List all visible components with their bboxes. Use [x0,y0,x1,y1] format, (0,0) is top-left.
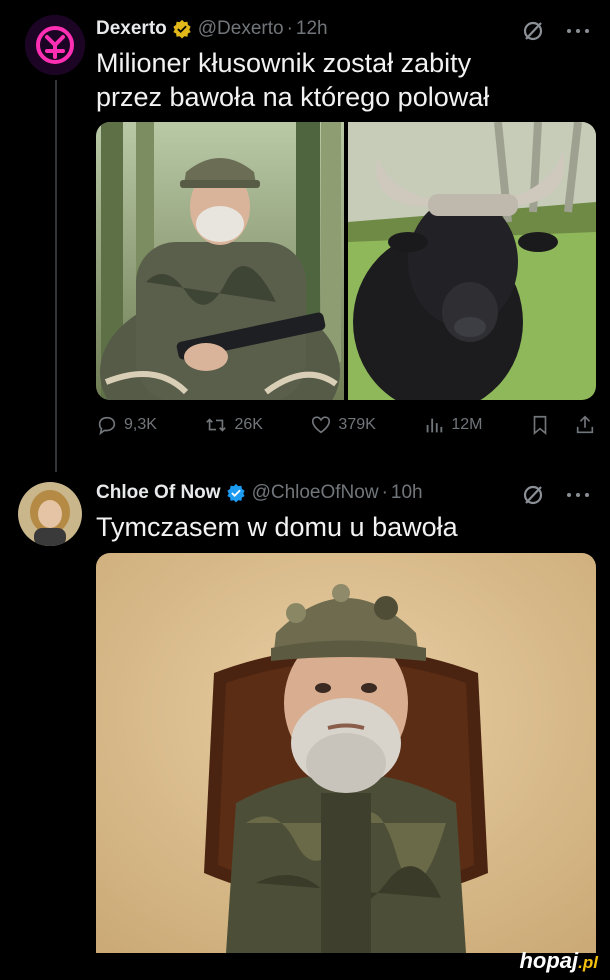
repost-count: 26K [234,416,263,433]
separator: · [286,18,293,39]
author-name[interactable]: Dexerto [96,18,167,40]
hunter-photo[interactable] [96,122,344,400]
buffalo-photo[interactable] [348,122,596,400]
views-count: 12M [451,416,483,433]
timestamp[interactable]: 10h [391,482,423,504]
author-handle[interactable]: @ChloeOfNow [252,482,379,504]
separator: · [381,482,388,503]
views-icon [426,418,443,433]
tweet-header: Chloe Of Now @ChloeOfNow · 10h [96,482,423,504]
buffalo-image [348,122,596,400]
verified-badge-icon [226,483,245,503]
tweet-chloe[interactable]: Chloe Of Now @ChloeOfNow · 10h Tymczasem… [0,470,610,980]
action-bar: 9,3K 26K 379K 12M [96,414,596,436]
tweet-text-line: Milioner kłusownik został zabity [96,48,472,78]
trophy-image [96,553,596,953]
bookmark-icon[interactable] [530,414,550,436]
watermark-suffix: .pl [578,953,598,972]
dexerto-logo [25,15,85,75]
more-dots-icon[interactable] [566,27,590,35]
views-button[interactable]: 12M [423,414,482,436]
slashed-circle-icon[interactable] [522,20,544,42]
bookmark-share-group [530,414,596,436]
reply-count: 9,3K [124,416,157,433]
share-icon[interactable] [574,414,596,436]
tweet-text: Tymczasem w domu u bawoła [96,512,458,542]
avatar[interactable] [25,15,85,75]
author-handle[interactable]: @Dexerto [198,18,284,40]
tweet-text: Milioner kłusownik został zabity przez b… [96,46,489,114]
author-name[interactable]: Chloe Of Now [96,482,221,504]
watermark-main: hopaj [519,948,579,973]
slashed-circle-icon[interactable] [522,484,544,506]
verified-badge-icon [173,19,191,39]
heart-icon [312,416,331,434]
avatar-image [18,482,82,546]
reply-icon [98,416,116,436]
tweet-dexerto[interactable]: Dexerto @Dexerto · 12h Milioner kłusowni… [0,0,610,470]
hunter-image [96,122,344,400]
more-dots-icon[interactable] [566,491,590,499]
like-button[interactable]: 379K [310,414,376,436]
trophy-photo[interactable] [96,553,596,953]
reply-button[interactable]: 9,3K [96,414,157,436]
tweet-header: Dexerto @Dexerto · 12h [96,18,328,40]
watermark: hopaj.pl [519,948,598,974]
timestamp[interactable]: 12h [296,18,328,40]
tweet-text-line: przez bawoła na którego polował [96,82,490,112]
like-count: 379K [338,416,376,433]
repost-button[interactable]: 26K [204,414,263,436]
repost-icon [206,418,227,432]
avatar[interactable] [18,482,82,546]
